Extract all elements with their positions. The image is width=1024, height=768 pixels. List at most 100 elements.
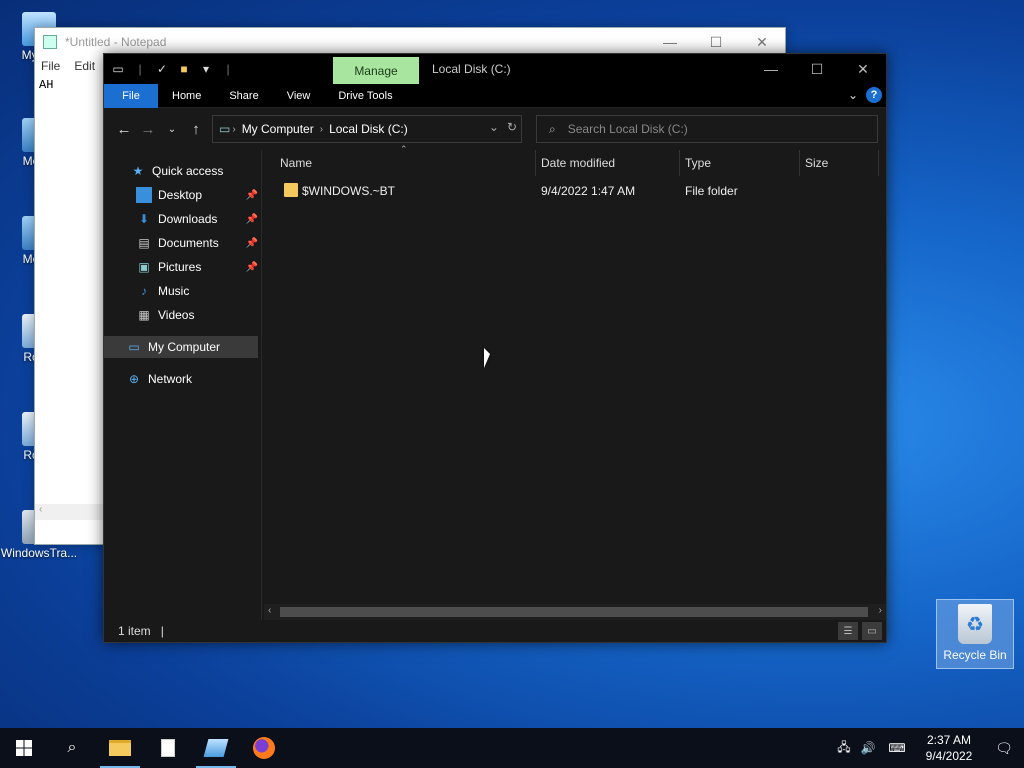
document-icon: ▤: [138, 236, 150, 250]
notepad-menu-edit[interactable]: Edit: [74, 59, 95, 73]
system-tray: 🖧 🔊 ⌨ 2:37 AM 9/4/2022 🗨: [832, 728, 1024, 768]
pin-icon[interactable]: 📌: [246, 238, 258, 249]
network-icon[interactable]: 🖧: [832, 738, 856, 759]
horizontal-scrollbar[interactable]: ‹ ›: [264, 604, 886, 620]
item-count: 1 item: [118, 624, 151, 638]
chevron-right-icon[interactable]: ›: [232, 124, 235, 135]
explorer-close-button[interactable]: ✕: [840, 54, 886, 84]
nav-videos[interactable]: ▦ Videos: [136, 304, 194, 326]
clock[interactable]: 2:37 AM 9/4/2022: [914, 732, 984, 764]
tab-drive-tools[interactable]: Drive Tools: [324, 84, 406, 108]
pin-icon[interactable]: 📌: [246, 190, 258, 201]
nav-documents[interactable]: ▤ Documents 📌: [136, 232, 258, 254]
search-button[interactable]: ⌕: [48, 728, 96, 768]
nav-quick-access[interactable]: ★ Quick access: [130, 160, 224, 182]
computer-icon: ▭: [128, 340, 140, 354]
desktop-icon: [136, 187, 152, 203]
chevron-down-icon[interactable]: ▾: [198, 61, 214, 77]
new-folder-icon[interactable]: ■: [176, 61, 192, 77]
tab-file[interactable]: File: [104, 83, 158, 108]
volume-icon[interactable]: 🔊: [856, 741, 880, 755]
drive-icon: ▭: [112, 62, 124, 76]
tab-home[interactable]: Home: [158, 84, 215, 108]
column-header-type[interactable]: Type: [685, 150, 711, 176]
nav-music[interactable]: ♪ Music: [136, 280, 189, 302]
help-icon[interactable]: ?: [866, 87, 882, 103]
scrollbar-thumb[interactable]: [280, 607, 868, 617]
explorer-title: Local Disk (C:): [432, 62, 511, 76]
nav-my-computer[interactable]: ▭ My Computer: [104, 336, 258, 358]
notepad-title: *Untitled - Notepad: [65, 35, 167, 49]
properties-icon[interactable]: ✓: [154, 61, 170, 77]
folder-icon: [284, 183, 298, 197]
clock-date: 9/4/2022: [925, 749, 973, 763]
star-icon: ★: [132, 164, 144, 178]
nav-downloads[interactable]: ⬇ Downloads 📌: [136, 208, 258, 230]
column-header-name[interactable]: Name: [280, 150, 312, 176]
desktop-icon-recycle-bin[interactable]: ♻ Recycle Bin: [936, 599, 1014, 669]
chevron-right-icon[interactable]: ›: [320, 124, 323, 135]
explorer-titlebar[interactable]: ▭ | ✓ ■ ▾ | Manage Local Disk (C:) — ☐ ✕: [104, 54, 886, 84]
scroll-right-icon[interactable]: ›: [879, 605, 882, 616]
recycle-bin-icon: ♻: [958, 604, 992, 644]
pin-icon[interactable]: 📌: [246, 262, 258, 273]
recent-locations-button[interactable]: ⌄: [160, 117, 184, 141]
pictures-icon: ▣: [138, 260, 150, 274]
taskbar-file-explorer[interactable]: [96, 728, 144, 768]
search-box[interactable]: ⌕ Search Local Disk (C:): [536, 115, 878, 143]
explorer-minimize-button[interactable]: —: [748, 54, 794, 84]
keyboard-icon[interactable]: ⌨: [880, 741, 914, 755]
notepad-maximize-button[interactable]: ☐: [693, 28, 739, 56]
details-view-button[interactable]: ☰: [838, 622, 858, 640]
download-icon: ⬇: [138, 212, 150, 226]
tab-view[interactable]: View: [273, 84, 325, 108]
taskbar-firefox[interactable]: [240, 728, 288, 768]
navigation-pane: ★ Quick access Desktop 📌 ⬇ Downloads 📌 ▤…: [104, 150, 262, 620]
app-icon: [203, 739, 229, 757]
up-button[interactable]: ↑: [184, 117, 208, 141]
taskbar-app[interactable]: [192, 728, 240, 768]
pin-icon[interactable]: 📌: [246, 214, 258, 225]
file-name[interactable]: $WINDOWS.~BT: [302, 184, 395, 198]
tab-share[interactable]: Share: [215, 84, 272, 108]
breadcrumb-my-computer[interactable]: My Computer: [242, 122, 314, 136]
table-row[interactable]: $WINDOWS.~BT 9/4/2022 1:47 AM File folde…: [264, 180, 884, 202]
search-icon: ⌕: [549, 121, 556, 136]
status-bar: 1 item | ☰ ▭: [104, 620, 886, 642]
nav-network[interactable]: ⊕ Network: [126, 368, 192, 390]
forward-button[interactable]: →: [136, 117, 160, 141]
address-bar[interactable]: ▭ › My Computer › Local Disk (C:) ⌄ ↻: [212, 115, 522, 143]
nav-pictures[interactable]: ▣ Pictures 📌: [136, 256, 258, 278]
mouse-cursor: [484, 348, 490, 368]
tab-manage[interactable]: Manage: [333, 57, 419, 84]
notepad-horizontal-scrollbar[interactable]: ‹: [35, 504, 103, 520]
clock-time: 2:37 AM: [926, 733, 972, 747]
expand-ribbon-icon[interactable]: ⌄: [848, 88, 858, 102]
back-button[interactable]: ←: [112, 117, 136, 141]
column-header-date-modified[interactable]: Date modified: [541, 150, 615, 176]
notepad-icon: [161, 739, 175, 757]
search-placeholder: Search Local Disk (C:): [567, 122, 688, 136]
large-icons-view-button[interactable]: ▭: [862, 622, 882, 640]
explorer-maximize-button[interactable]: ☐: [794, 54, 840, 84]
breadcrumb-local-disk[interactable]: Local Disk (C:): [329, 122, 408, 136]
nav-desktop[interactable]: Desktop 📌: [136, 184, 258, 206]
notepad-menu-file[interactable]: File: [41, 59, 60, 73]
explorer-window[interactable]: ▭ | ✓ ■ ▾ | Manage Local Disk (C:) — ☐ ✕…: [103, 53, 887, 643]
taskbar-notepad[interactable]: [144, 728, 192, 768]
network-icon: ⊕: [128, 372, 140, 386]
music-icon: ♪: [141, 284, 147, 298]
search-icon: ⌕: [67, 739, 77, 756]
notepad-minimize-button[interactable]: —: [647, 28, 693, 56]
notepad-close-button[interactable]: ✕: [739, 28, 785, 56]
videos-icon: ▦: [138, 308, 150, 322]
address-dropdown-icon[interactable]: ⌄: [489, 120, 499, 134]
notification-icon[interactable]: 🗨: [984, 740, 1024, 757]
scroll-left-icon[interactable]: ‹: [268, 605, 271, 616]
start-button[interactable]: [0, 728, 48, 768]
column-header-size[interactable]: Size: [805, 150, 828, 176]
refresh-icon[interactable]: ↻: [507, 120, 517, 134]
taskbar: ⌕ 🖧 🔊 ⌨ 2:37 AM 9/4/2022 🗨: [0, 728, 1024, 768]
quick-access-toolbar: ▭ | ✓ ■ ▾ |: [104, 61, 236, 77]
ribbon-tabs: File Home Share View Drive Tools ⌄ ?: [104, 83, 886, 108]
